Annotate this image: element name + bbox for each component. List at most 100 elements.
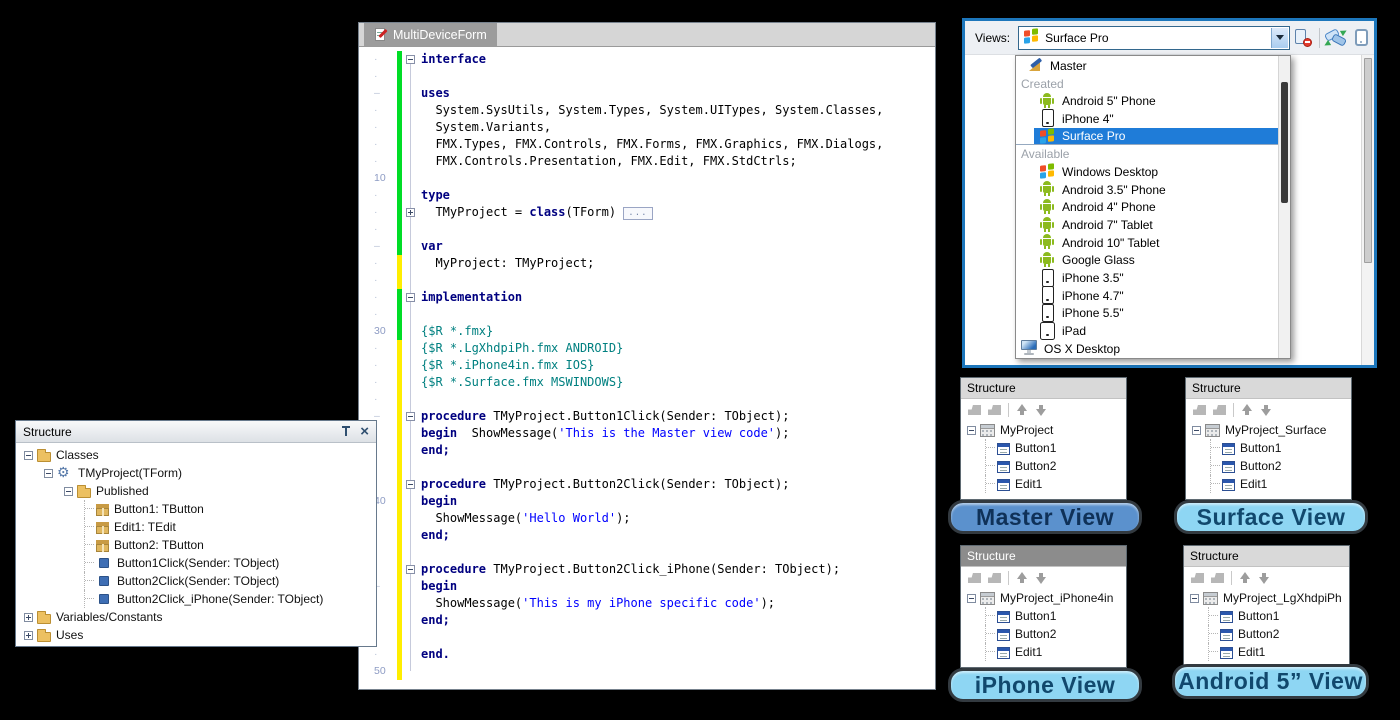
tree-item-root[interactable]: MyProject_Surface bbox=[1186, 421, 1351, 439]
code-line[interactable]: · bbox=[359, 68, 935, 85]
collapsed-code-icon[interactable]: ... bbox=[623, 207, 652, 220]
move-up-icon[interactable] bbox=[1016, 572, 1028, 584]
code-line[interactable]: ·type bbox=[359, 187, 935, 204]
code-line[interactable]: · bbox=[359, 544, 935, 561]
tree-item[interactable]: Uses bbox=[16, 626, 376, 644]
tree-item[interactable]: Edit1: TEdit bbox=[16, 518, 376, 536]
code-line[interactable]: · bbox=[359, 306, 935, 323]
tree-item[interactable]: Button1 bbox=[1184, 607, 1349, 625]
dropdown-scrollbar-thumb[interactable] bbox=[1281, 82, 1288, 203]
rotate-view-button[interactable] bbox=[1323, 25, 1349, 51]
tree-item-root[interactable]: MyProject bbox=[961, 421, 1126, 439]
code-line[interactable]: –begin bbox=[359, 578, 935, 595]
code-line[interactable]: · System.SysUtils, System.Types, System.… bbox=[359, 102, 935, 119]
code-line[interactable]: · bbox=[359, 629, 935, 646]
code-line[interactable]: 30{$R *.fmx} bbox=[359, 323, 935, 340]
code-line[interactable]: 40begin bbox=[359, 493, 935, 510]
delete-item-icon[interactable] bbox=[1211, 573, 1224, 583]
dropdown-item[interactable]: iPhone 4" bbox=[1016, 110, 1278, 128]
dropdown-item[interactable]: Android 5" Phone bbox=[1016, 92, 1278, 110]
tree-item[interactable]: Classes bbox=[16, 446, 376, 464]
dropdown-item[interactable]: Android 7" Tablet bbox=[1016, 216, 1278, 234]
tree-expander-icon[interactable] bbox=[1190, 594, 1199, 603]
tree-item[interactable]: Button2Click_iPhone(Sender: TObject) bbox=[16, 590, 376, 608]
tree-item-root[interactable]: MyProject_LgXhdpiPh bbox=[1184, 589, 1349, 607]
tree-item-root[interactable]: MyProject_iPhone4in bbox=[961, 589, 1126, 607]
dropdown-item[interactable]: Android 3.5" Phone bbox=[1016, 181, 1278, 199]
code-line[interactable]: ·{$R *.iPhone4in.fmx IOS} bbox=[359, 357, 935, 374]
tree-expander-icon[interactable] bbox=[1192, 426, 1201, 435]
code-line[interactable]: –procedure TMyProject.Button1Click(Sende… bbox=[359, 408, 935, 425]
fold-expand-icon[interactable] bbox=[406, 208, 415, 217]
tree-item[interactable]: Published bbox=[16, 482, 376, 500]
code-line[interactable]: ·end; bbox=[359, 442, 935, 459]
code-line[interactable]: –uses bbox=[359, 85, 935, 102]
tree-item[interactable]: Button1 bbox=[1186, 439, 1351, 457]
code-line[interactable]: ·procedure TMyProject.Button2Click(Sende… bbox=[359, 476, 935, 493]
dropdown-item[interactable]: Windows Desktop bbox=[1016, 163, 1278, 181]
tree-item[interactable]: Button2: TButton bbox=[16, 536, 376, 554]
code-line[interactable]: · bbox=[359, 272, 935, 289]
fold-collapse-icon[interactable] bbox=[406, 480, 415, 489]
tree-item[interactable]: TMyProject(TForm) bbox=[16, 464, 376, 482]
dropdown-item[interactable]: iPad bbox=[1016, 322, 1278, 340]
delete-view-button[interactable] bbox=[1290, 25, 1316, 51]
dropdown-item[interactable]: Google Glass bbox=[1016, 252, 1278, 270]
move-up-icon[interactable] bbox=[1239, 572, 1251, 584]
code-line[interactable]: ·end. bbox=[359, 646, 935, 663]
new-item-icon[interactable] bbox=[1193, 405, 1206, 415]
close-icon[interactable]: × bbox=[360, 425, 369, 438]
code-line[interactable]: –var bbox=[359, 238, 935, 255]
tree-expander-icon[interactable] bbox=[64, 487, 73, 496]
dropdown-item[interactable]: iPhone 4.7" bbox=[1016, 287, 1278, 305]
tree-item[interactable]: Edit1 bbox=[961, 475, 1126, 493]
code-line[interactable]: · bbox=[359, 459, 935, 476]
tree-expander-icon[interactable] bbox=[24, 631, 33, 640]
dropdown-item[interactable]: OS X Desktop bbox=[1016, 340, 1278, 358]
tree-expander-icon[interactable] bbox=[44, 469, 53, 478]
scrollbar-thumb[interactable] bbox=[1364, 58, 1372, 263]
tree-expander-icon[interactable] bbox=[967, 594, 976, 603]
dropdown-item[interactable]: Android 10" Tablet bbox=[1016, 234, 1278, 252]
move-up-icon[interactable] bbox=[1241, 404, 1253, 416]
delete-item-icon[interactable] bbox=[988, 573, 1001, 583]
move-down-icon[interactable] bbox=[1258, 572, 1270, 584]
code-line[interactable]: ·procedure TMyProject.Button2Click_iPhon… bbox=[359, 561, 935, 578]
fold-collapse-icon[interactable] bbox=[406, 55, 415, 64]
code-line[interactable]: ·implementation bbox=[359, 289, 935, 306]
views-combobox[interactable]: Surface Pro bbox=[1018, 26, 1290, 50]
tree-item[interactable]: Button1 bbox=[961, 439, 1126, 457]
tree-item[interactable]: Button1 bbox=[961, 607, 1126, 625]
move-down-icon[interactable] bbox=[1035, 404, 1047, 416]
tree-item[interactable]: Edit1 bbox=[1186, 475, 1351, 493]
tree-expander-icon[interactable] bbox=[967, 426, 976, 435]
fold-collapse-icon[interactable] bbox=[406, 412, 415, 421]
code-area[interactable]: ·interface·–uses· System.SysUtils, Syste… bbox=[359, 47, 935, 680]
tree-item[interactable]: Button1Click(Sender: TObject) bbox=[16, 554, 376, 572]
dropdown-scrollbar[interactable] bbox=[1278, 56, 1290, 358]
new-item-icon[interactable] bbox=[968, 405, 981, 415]
pin-icon[interactable] bbox=[341, 425, 352, 438]
code-line[interactable]: ·{$R *.Surface.fmx MSWINDOWS} bbox=[359, 374, 935, 391]
tree-item[interactable]: Edit1 bbox=[1184, 643, 1349, 661]
delete-item-icon[interactable] bbox=[1213, 405, 1226, 415]
dropdown-item[interactable]: Surface Pro bbox=[1016, 128, 1278, 146]
code-line[interactable]: · FMX.Controls.Presentation, FMX.Edit, F… bbox=[359, 153, 935, 170]
code-line[interactable]: ·interface bbox=[359, 51, 935, 68]
code-line[interactable]: ·end; bbox=[359, 527, 935, 544]
move-down-icon[interactable] bbox=[1035, 572, 1047, 584]
tree-item[interactable]: Button2 bbox=[1184, 625, 1349, 643]
tree-expander-icon[interactable] bbox=[24, 613, 33, 622]
fold-collapse-icon[interactable] bbox=[406, 293, 415, 302]
code-line[interactable]: 50 bbox=[359, 663, 935, 680]
fold-collapse-icon[interactable] bbox=[406, 565, 415, 574]
device-button[interactable] bbox=[1348, 25, 1374, 51]
dropdown-item[interactable]: Android 4" Phone bbox=[1016, 199, 1278, 217]
tree-expander-icon[interactable] bbox=[24, 451, 33, 460]
tree-item[interactable]: Button2Click(Sender: TObject) bbox=[16, 572, 376, 590]
new-item-icon[interactable] bbox=[968, 573, 981, 583]
code-line[interactable]: · TMyProject = class(TForm) ... bbox=[359, 204, 935, 221]
code-line[interactable]: · ShowMessage('Hello World'); bbox=[359, 510, 935, 527]
tree-item[interactable]: Button2 bbox=[961, 457, 1126, 475]
tree-item[interactable]: Button1: TButton bbox=[16, 500, 376, 518]
